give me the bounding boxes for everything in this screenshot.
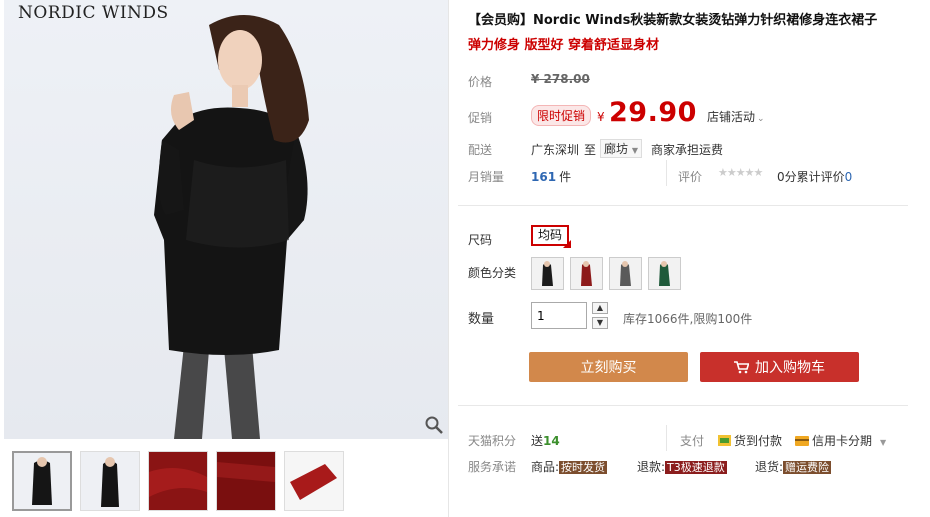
cod-label: 货到付款 [734,434,783,448]
thumbnail-image [285,452,343,510]
rating-score-value: 0分 [777,170,797,184]
quantity-input[interactable] [531,302,587,329]
service-shipping: 商品: 按时发货 [531,458,608,475]
add-to-cart-label: 加入购物车 [755,360,825,376]
main-product-image[interactable]: NORDIC WINDS [4,0,448,439]
brand-watermark: NORDIC WINDS [18,3,169,23]
destination-city-dropdown[interactable]: 廊坊 ▼ [600,139,642,158]
cart-icon [734,361,750,374]
selected-check-icon [563,240,571,248]
product-subtitle: 弹力修身 版型好 穿着舒适显身材 [468,38,660,53]
product-title: 【会员购】Nordic Winds秋装新款女装烫钻弹力针织裙修身连衣裙子 [468,13,878,28]
thumbnail-1[interactable] [12,451,72,511]
credit-card-icon [795,436,809,446]
monthly-sales-label: 月销量 [468,170,505,184]
thumbnail-image [14,453,70,509]
quantity-increment-button[interactable]: ▲ [592,302,608,314]
service-refund-prefix: 退款: [637,460,666,474]
buy-now-label: 立刻购买 [580,360,637,376]
arrow-down-icon: ▼ [596,318,604,327]
size-label: 尺码 [468,233,493,247]
ship-to-word: 至 [584,143,597,157]
thumbnail-3[interactable] [148,451,208,511]
stat-divider [666,425,667,451]
store-promo-label: 店铺活动 [707,110,756,124]
service-return-prefix: 退货: [755,460,784,474]
zoom-icon[interactable] [424,415,444,435]
rating-stars: ★★★★★ [718,166,763,179]
points-label: 天猫积分 [468,434,517,448]
service-shipping-prefix: 商品: [531,460,560,474]
ship-from: 广东深圳 [531,143,580,157]
add-to-cart-button[interactable]: 加入购物车 [700,352,859,382]
cod-icon [718,435,731,446]
service-refund-tag: T3极速退款 [665,461,727,474]
section-divider [458,405,908,406]
service-return: 退货: 赠运费险 [755,458,832,475]
city-label: 廊坊 [604,142,629,156]
section-divider [458,205,908,206]
promo-badge: 限时促销 [531,105,592,126]
color-option-red[interactable] [570,257,603,290]
caret-down-icon: ▼ [880,438,887,447]
rating-count: 0 [844,170,853,184]
color-swatch-image [532,258,563,289]
quantity-label: 数量 [468,312,495,327]
rating-label: 评价 [678,170,703,184]
service-return-tag: 赠运费险 [783,461,832,474]
service-label: 服务承诺 [468,460,517,474]
points-value: 14 [543,434,560,448]
stock-info: 库存1066件,限购100件 [623,312,753,326]
color-swatch-image [571,258,602,289]
rating-count-label: 累计评价 [796,170,845,184]
store-promo-dropdown[interactable]: 店铺活动 ⌄ [707,108,765,125]
points-prefix: 送 [531,434,544,448]
model-figure [154,15,309,439]
payment-label: 支付 [680,434,705,448]
service-shipping-tag: 按时发货 [559,461,608,474]
stat-divider [666,160,667,186]
panel-divider [448,0,449,517]
sale-price: 29.90 [609,97,697,128]
sales-unit: 件 [559,170,572,184]
shipping-label: 配送 [468,143,493,157]
thumbnail-image [81,452,139,510]
size-option-label: 均码 [537,228,562,242]
thumbnail-2[interactable] [80,451,140,511]
color-swatch-image [610,258,641,289]
color-option-green[interactable] [648,257,681,290]
buy-now-button[interactable]: 立刻购买 [529,352,688,382]
rating-score[interactable]: 0分累计评价0 [777,168,852,185]
shipping-fee: 商家承担运费 [651,143,724,157]
thumbnail-image [217,452,275,510]
arrow-up-icon: ▲ [596,303,604,312]
caret-down-icon: ▼ [631,146,638,155]
quantity-decrement-button[interactable]: ▼ [592,317,608,329]
credit-card-label: 信用卡分期 [812,434,873,448]
price-currency: ¥ [597,110,605,124]
monthly-sales-count: 161 [531,170,557,184]
color-option-black[interactable] [531,257,564,290]
chevron-down-icon: ⌄ [757,114,765,124]
promo-label: 促销 [468,111,493,125]
thumbnail-4[interactable] [216,451,276,511]
cod-payment: 货到付款 [718,432,782,449]
service-refund: 退款: T3极速退款 [637,458,727,475]
color-option-gray[interactable] [609,257,642,290]
credit-card-installment[interactable]: 信用卡分期 ▼ [795,432,886,449]
thumbnail-image [149,452,207,510]
price-label: 价格 [468,75,493,89]
original-price: ¥ 278.00 [531,72,590,86]
thumbnail-5[interactable] [284,451,344,511]
color-label: 颜色分类 [468,266,517,280]
color-swatch-image [649,258,680,289]
